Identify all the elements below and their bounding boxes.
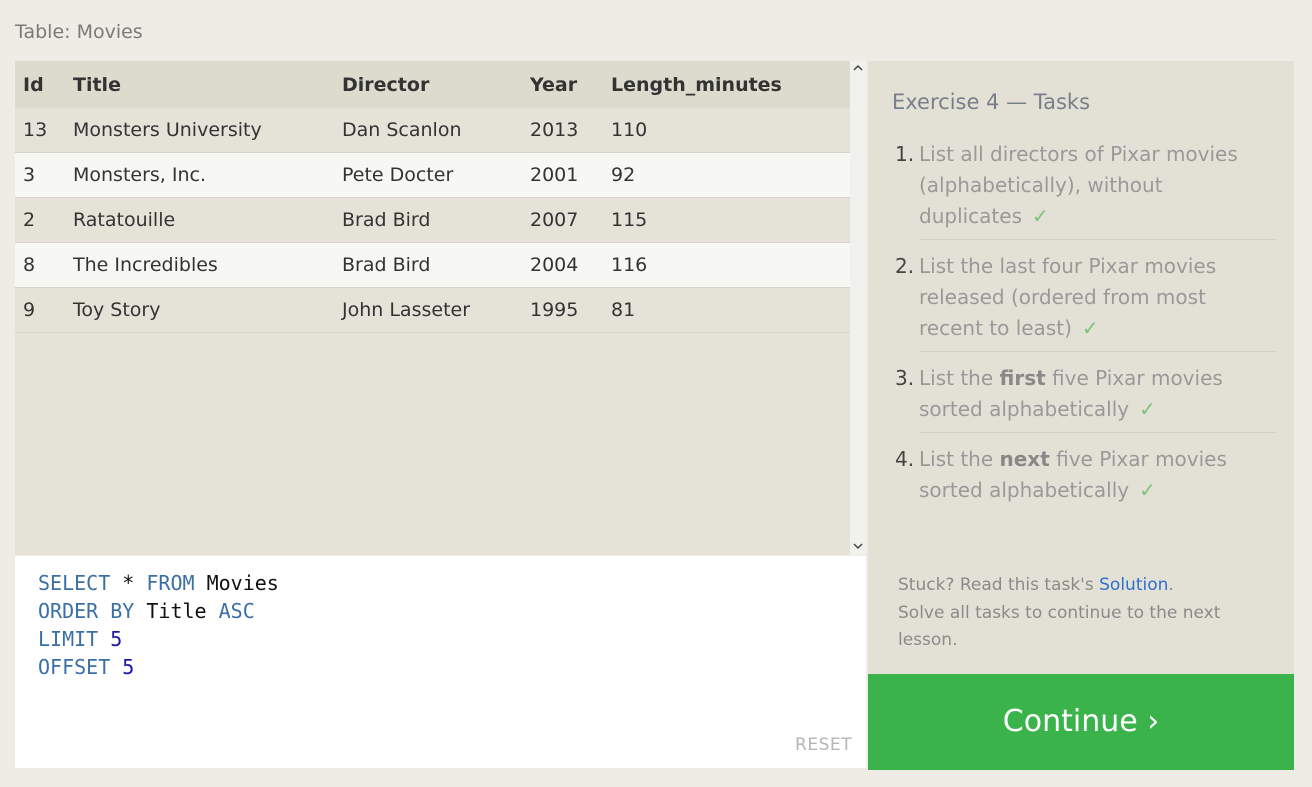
code-line: ORDER BY Title ASC [38,597,279,625]
task-text: List the first five Pixar movies sorted … [919,366,1223,421]
table-row: 3 Monsters, Inc. Pete Docter 2001 92 [15,152,850,198]
sql-text: Title [134,599,219,623]
chevron-down-icon[interactable] [850,539,866,555]
chevron-up-icon[interactable] [850,61,866,77]
check-icon: ✓ [1139,478,1156,502]
help-prefix: Stuck? Read this task's [898,575,1100,595]
cell-director: Brad Bird [342,197,530,243]
code-line: LIMIT 5 [38,625,279,653]
task-item: 4. List the next five Pixar movies sorte… [892,442,1276,514]
column-header-title: Title [73,61,342,108]
sql-code[interactable]: SELECT * FROM Movies ORDER BY Title ASC LI… [38,569,279,681]
column-header-id: Id [15,61,73,108]
cell-year: 2007 [530,197,611,243]
cell-director: John Lasseter [342,287,530,333]
code-line: SELECT * FROM Movies [38,569,279,597]
column-header-length: Length_minutes [611,61,850,108]
cell-title: Ratatouille [73,197,342,243]
continue-button[interactable]: Continue › [868,674,1294,770]
reset-button[interactable]: RESET [795,735,852,755]
task-text: List the next five Pixar movies sorted a… [919,447,1227,502]
cell-director: Dan Scanlon [342,108,530,153]
check-icon: ✓ [1081,316,1099,340]
task-text: List the last four Pixar movies released… [919,254,1217,340]
exercise-panel: Exercise 4 — Tasks 1. List all directors… [868,61,1294,674]
results-table-panel: Id Title Director Year Length_minutes 13… [15,61,866,555]
task-number: 1. [895,142,915,166]
cell-director: Brad Bird [342,242,530,288]
cell-length: 110 [611,108,850,153]
task-item: 1. List all directors of Pixar movies (a… [892,137,1276,240]
code-line: OFFSET 5 [38,653,279,681]
task-list: 1. List all directors of Pixar movies (a… [892,137,1276,523]
cell-length: 115 [611,197,850,243]
column-header-director: Director [342,61,530,108]
help-suffix: . [1168,575,1174,595]
help-text: Stuck? Read this task's Solution. Solve … [898,572,1268,655]
task-number: 2. [895,254,915,278]
sql-keyword: LIMIT [38,627,99,651]
sql-number: 5 [98,627,123,651]
cell-id: 9 [15,287,73,333]
check-icon: ✓ [1139,397,1156,421]
cell-length: 92 [611,152,850,198]
cell-id: 3 [15,152,73,198]
table-scrollbar[interactable] [850,61,866,555]
task-number: 4. [895,447,915,471]
cell-length: 116 [611,242,850,288]
cell-length: 81 [611,287,850,333]
solution-link[interactable]: Solution [1099,575,1168,595]
results-table: Id Title Director Year Length_minutes 13… [15,61,850,333]
task-text: List all directors of Pixar movies (alph… [919,142,1238,228]
sql-keyword: OFFSET [38,655,111,679]
sql-number: 5 [110,655,135,679]
sql-keyword: SELECT [38,571,111,595]
cell-title: The Incredibles [73,242,342,288]
cell-year: 2013 [530,108,611,153]
table-header-row: Id Title Director Year Length_minutes [15,61,850,108]
cell-title: Toy Story [73,287,342,333]
sql-editor[interactable]: SELECT * FROM Movies ORDER BY Title ASC LI… [15,556,866,768]
cell-id: 2 [15,197,73,243]
task-number: 3. [895,366,915,390]
help-line2: Solve all tasks to continue to the next … [898,602,1221,651]
table-title: Table: Movies [15,21,143,43]
sql-text: Movies [194,571,279,595]
sql-keyword: FROM [146,571,195,595]
table-row: 8 The Incredibles Brad Bird 2004 116 [15,242,850,288]
cell-year: 2004 [530,242,611,288]
check-icon: ✓ [1032,204,1049,228]
table-row: 9 Toy Story John Lasseter 1995 81 [15,287,850,333]
task-item: 2. List the last four Pixar movies relea… [892,249,1276,352]
table-row: 2 Ratatouille Brad Bird 2007 115 [15,197,850,243]
sql-keyword: ASC [218,599,255,623]
cell-director: Pete Docter [342,152,530,198]
task-item: 3. List the first five Pixar movies sort… [892,361,1276,433]
exercise-heading: Exercise 4 — Tasks [892,90,1091,114]
cell-title: Monsters, Inc. [73,152,342,198]
cell-title: Monsters University [73,108,342,153]
column-header-year: Year [530,61,611,108]
cell-id: 13 [15,108,73,153]
table-row: 13 Monsters University Dan Scanlon 2013 … [15,108,850,153]
cell-year: 2001 [530,152,611,198]
sql-keyword: ORDER BY [38,599,135,623]
cell-year: 1995 [530,287,611,333]
sql-text: * [110,571,147,595]
cell-id: 8 [15,242,73,288]
